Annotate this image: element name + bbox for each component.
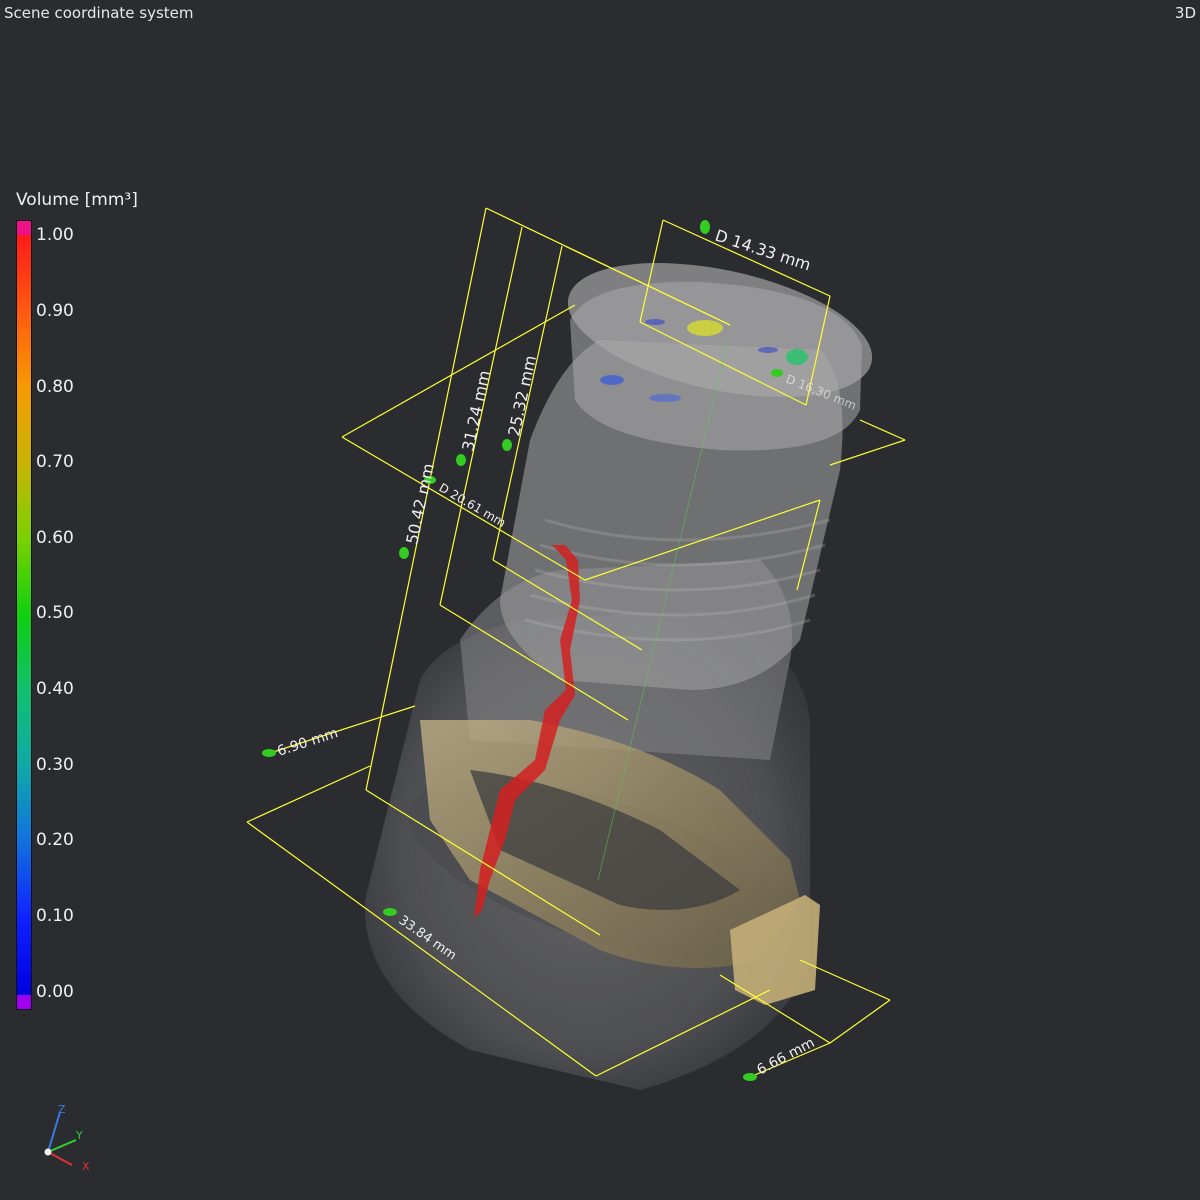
legend-overflow-swatch [17,221,31,235]
legend-tick: 0.30 [36,755,74,775]
legend-color-bar [16,220,32,1010]
marker-icon [383,908,397,916]
measurement-6-90[interactable]: 6.90 mm [262,725,340,760]
legend-tick: 0.90 [36,301,74,321]
legend-tick: 0.20 [36,830,74,850]
axes-gizmo[interactable]: Z Y X [44,1103,91,1173]
measurement-6-66[interactable]: 6.66 mm [743,1035,817,1081]
measurement-label: 31.24 mm [458,369,494,453]
measurement-d-14-33[interactable]: D 14.33 mm [700,220,813,275]
measurement-label: 6.90 mm [275,725,340,760]
marker-icon [502,439,512,451]
axis-z-label: Z [58,1103,66,1116]
axis-x-label: X [82,1160,90,1173]
marker-icon [399,547,409,559]
volume-legend: Volume [mm³] 1.00 0.90 0.80 0.70 0.60 0.… [14,190,214,1020]
axis-y-label: Y [75,1129,83,1142]
marker-icon [700,220,710,234]
marker-icon [262,749,276,757]
measurement-label: D 20.61 mm [437,480,509,529]
legend-tick: 0.70 [36,452,74,472]
measurement-label: 50.42 mm [402,462,438,546]
legend-tick: 0.60 [36,528,74,548]
legend-tick: 1.00 [36,225,74,245]
legend-title: Volume [mm³] [16,190,138,210]
measurement-label: 25.32 mm [504,354,540,438]
legend-tick: 0.00 [36,982,74,1002]
measurement-label: 6.66 mm [754,1035,817,1079]
legend-tick: 0.80 [36,377,74,397]
legend-tick: 0.10 [36,906,74,926]
marker-icon [456,454,466,466]
legend-gradient [17,235,31,995]
measurement-31-24[interactable]: 31.24 mm [456,369,494,466]
legend-underflow-swatch [17,995,31,1009]
legend-tick: 0.40 [36,679,74,699]
marker-icon [743,1073,757,1081]
marker-icon [771,369,783,377]
measurement-50-42[interactable]: 50.42 mm [399,462,438,559]
legend-tick: 0.50 [36,603,74,623]
